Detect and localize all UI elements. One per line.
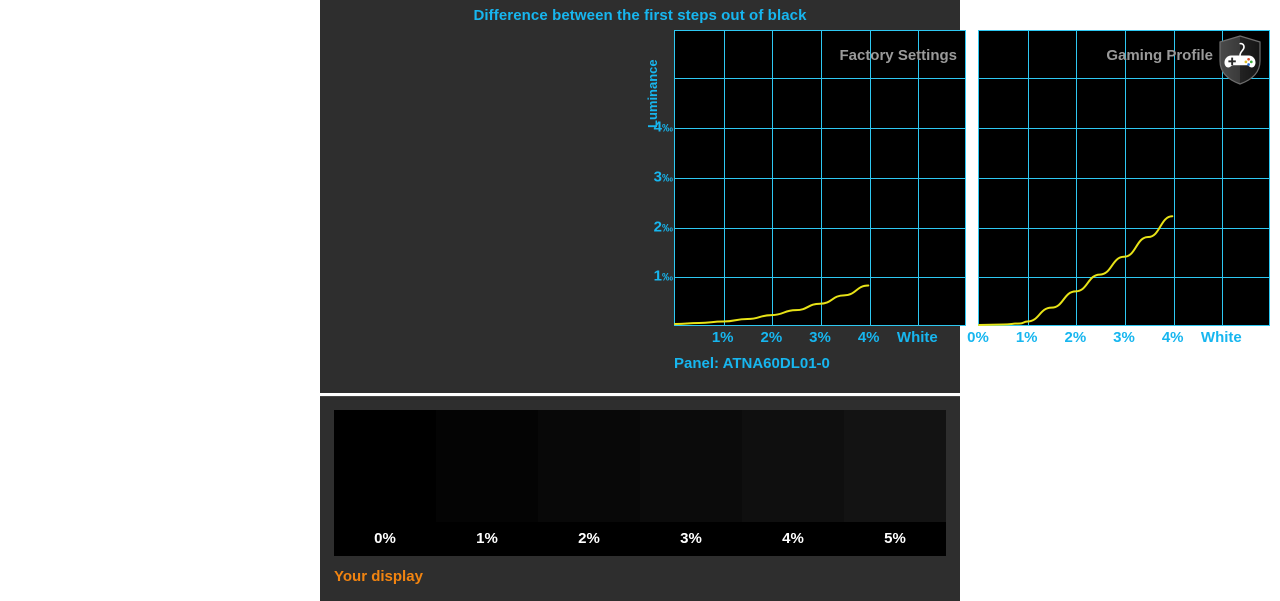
chart-legend-gaming: Gaming Profile <box>1106 47 1213 64</box>
x-axis-tick-label: 4% <box>1161 329 1184 346</box>
y-axis-tick-labels: 1‰ 2‰ 3‰ 4‰ <box>630 30 675 325</box>
panel-model-label: Panel: ATNA60DL01-0 <box>674 355 830 372</box>
x-axis-tick-labels-factory: 1% 2% 3% 4% White <box>674 329 966 351</box>
series-line <box>675 285 868 324</box>
x-axis-tick-labels-gaming: 0% 1% 2% 3% 4% White <box>967 329 1270 351</box>
chart-gaming-profile: Gaming Profile <box>978 30 1270 326</box>
luminance-chart-panel: Difference between the first steps out o… <box>320 0 1270 393</box>
x-axis-tick-label: White <box>1200 329 1242 346</box>
gradient-band-label: 5% <box>884 530 906 547</box>
gradient-band-label: 1% <box>476 530 498 547</box>
gradient-band-label: 0% <box>374 530 396 547</box>
gradient-band-label: 4% <box>782 530 804 547</box>
your-display-caption: Your display <box>334 568 423 585</box>
x-axis-tick-label: 3% <box>809 329 831 346</box>
x-axis-tick-label: 1% <box>1015 329 1038 346</box>
chart-factory-settings: Factory Settings <box>674 30 966 326</box>
gradient-band-label: 2% <box>578 530 600 547</box>
x-axis-tick-label: 0% <box>967 329 989 346</box>
y-axis-tick-label: 4‰ <box>653 118 673 136</box>
x-axis-tick-label: 2% <box>760 329 783 346</box>
y-axis-tick-label: 2‰ <box>653 218 673 235</box>
y-axis-tick-label: 1‰ <box>653 267 673 285</box>
luminance-curve-factory <box>675 31 965 325</box>
x-axis-tick-label: 1% <box>711 329 734 346</box>
screenshot-root: Difference between the first steps out o… <box>0 0 1280 601</box>
gradient-band-label: 3% <box>680 530 702 547</box>
chart-legend-factory: Factory Settings <box>839 47 957 64</box>
y-axis-tick-label: 3‰ <box>653 168 673 186</box>
gradient-strip-labels: 0% 1% 2% 3% 4% 5% <box>334 522 946 556</box>
x-axis-tick-label: 4% <box>857 329 880 346</box>
x-axis-tick-label: White <box>896 329 938 346</box>
page-title: Difference between the first steps out o… <box>473 7 807 24</box>
shield-gamepad-icon <box>1219 35 1261 85</box>
series-line <box>979 216 1172 325</box>
black-level-strip-panel: 0% 1% 2% 3% 4% 5% Your display <box>320 396 960 601</box>
x-axis-tick-label: 2% <box>1064 329 1087 346</box>
x-axis-tick-label: 3% <box>1113 329 1135 346</box>
